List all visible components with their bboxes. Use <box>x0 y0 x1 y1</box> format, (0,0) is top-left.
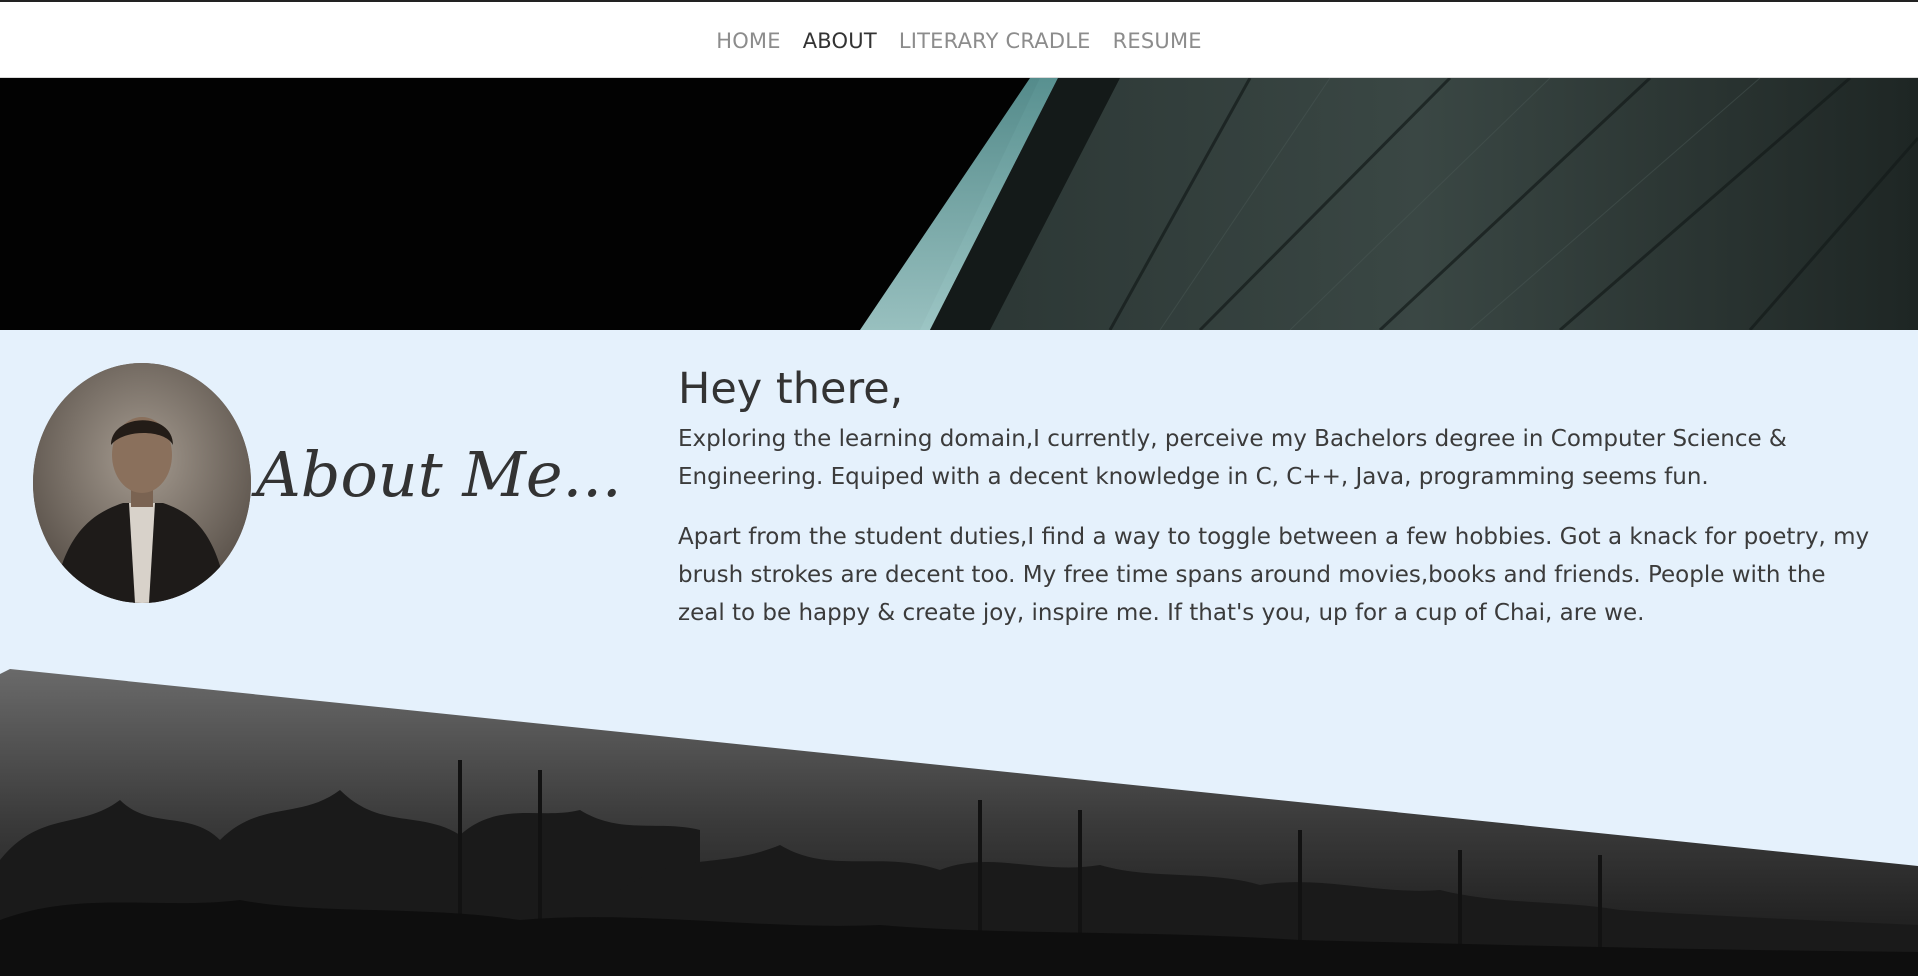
person-portrait-graphic <box>33 363 251 603</box>
main-navbar: HOME ABOUT LITERARY CRADLE RESUME <box>0 2 1918 78</box>
about-paragraph-2: Apart from the student duties,I find a w… <box>678 524 1870 626</box>
nav-resume-link[interactable]: RESUME <box>1113 27 1202 53</box>
nav-about-link[interactable]: ABOUT <box>803 27 877 53</box>
about-me-heading: About Me... <box>256 438 622 511</box>
about-content: Hey there, Exploring the learning domain… <box>678 364 1878 632</box>
greeting-heading: Hey there, <box>678 364 904 414</box>
nav-home-link[interactable]: HOME <box>716 27 781 53</box>
nav-literary-cradle-link[interactable]: LITERARY CRADLE <box>899 27 1091 53</box>
forest-graphic <box>0 669 1918 976</box>
hero-banner-image <box>0 78 1918 330</box>
about-paragraph-1: Exploring the learning domain,I currentl… <box>678 426 1787 490</box>
concrete-wall-graphic <box>0 78 1918 330</box>
profile-photo <box>33 363 251 603</box>
forest-footer-image <box>0 660 1918 976</box>
